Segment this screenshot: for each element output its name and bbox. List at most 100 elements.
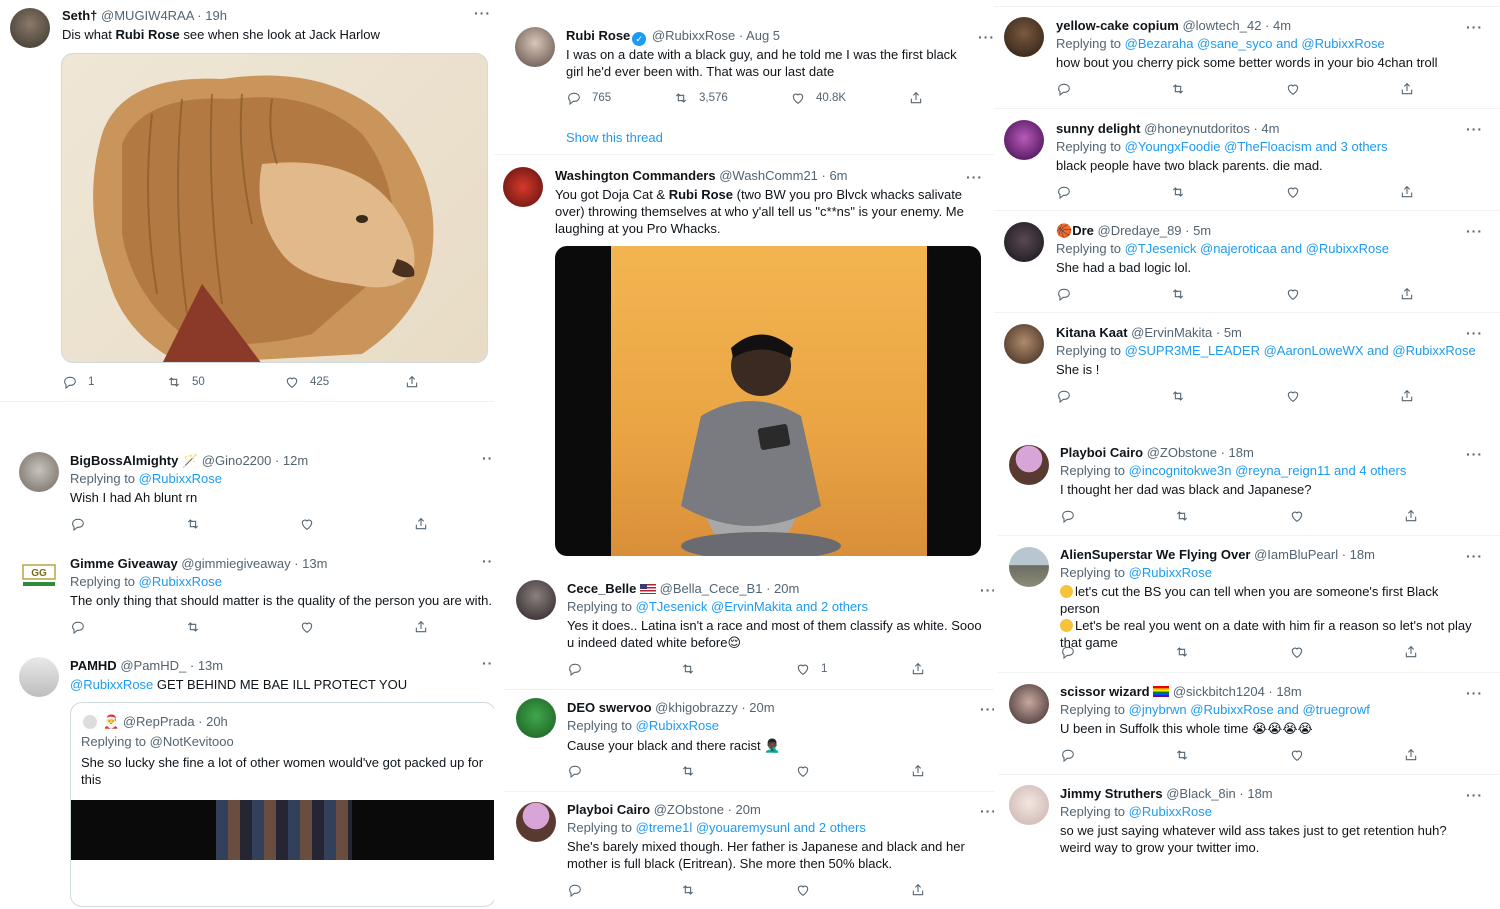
display-name[interactable]: scissor wizard [1060,684,1150,699]
retweet-button[interactable] [185,516,201,532]
reply-button[interactable] [567,661,583,677]
like-button[interactable]: 40.8K [790,90,846,106]
mention-link[interactable]: @TJesenick @najeroticaa and @RubixxRose [1125,241,1389,256]
tweet-video[interactable] [555,246,981,556]
avatar[interactable] [1004,222,1044,262]
handle-time[interactable]: @RepPrada · 20h [123,714,228,729]
share-button[interactable] [910,882,926,898]
reply-button[interactable]: 1 [62,374,94,390]
retweet-button[interactable] [1170,388,1186,404]
handle-time[interactable]: @honeynutdoritos · 4m [1144,121,1279,136]
tweet-gimme-giveaway[interactable]: GG Gimme Giveaway @gimmiegiveaway · 13m … [8,543,508,643]
retweet-button[interactable] [680,661,696,677]
more-icon[interactable]: ··· [1466,549,1483,563]
reply-button[interactable] [70,516,86,532]
avatar[interactable] [1009,684,1049,724]
tweet-yellow-cake-copium[interactable]: yellow-cake copium @lowtech_42 · 4m ··· … [994,7,1500,107]
share-button[interactable] [413,516,429,532]
reply-button[interactable] [1056,184,1072,200]
like-button[interactable]: 1 [795,661,827,677]
display-name[interactable]: Kitana Kaat [1056,325,1128,340]
mention-link[interactable]: @RubixxRose [1129,565,1212,580]
mention-link[interactable]: @RubixxRose [139,471,222,486]
tweet-cece-belle[interactable]: Cece_Belle @Bella_Cece_B1 · 20m ··· Repl… [504,570,996,688]
display-name[interactable]: Rubi Rose [566,28,630,43]
mention-link[interactable]: @RubixxRose [70,677,153,692]
more-icon[interactable]: ··· [1466,122,1483,136]
avatar[interactable] [1009,785,1049,825]
like-button[interactable] [1285,388,1301,404]
quote-tweet[interactable]: 🎅 @RepPrada · 20h Replying to @NotKevito… [70,702,496,907]
avatar[interactable] [516,580,556,620]
reply-button[interactable] [1060,747,1076,763]
share-button[interactable] [910,763,926,779]
more-icon[interactable]: ··· [978,30,995,44]
retweet-button[interactable] [1170,286,1186,302]
display-name[interactable]: Cece_Belle [567,581,636,596]
avatar[interactable] [1004,120,1044,160]
more-icon[interactable]: ··· [1466,788,1483,802]
retweet-button[interactable] [185,619,201,635]
share-button[interactable] [1399,388,1415,404]
reply-button[interactable] [567,763,583,779]
handle-time[interactable]: @Dredaye_89 · 5m [1098,223,1212,238]
retweet-button[interactable] [680,882,696,898]
more-icon[interactable]: ··· [1466,326,1483,340]
mention-link[interactable]: @incognitokwe3n @reyna_reign11 and 4 oth… [1129,463,1407,478]
tweet-aliensuperstar[interactable]: AlienSuperstar We Flying Over @IamBluPea… [998,536,1500,672]
display-name[interactable]: Seth† [62,8,97,23]
avatar[interactable] [19,657,59,697]
avatar[interactable] [10,8,50,48]
handle-time[interactable]: @sickbitch1204 · 18m [1173,684,1302,699]
tweet-scissor-wizard[interactable]: scissor wizard @sickbitch1204 · 18m ··· … [998,673,1500,773]
tweet-washington-commanders[interactable]: Washington Commanders @WashComm21 · 6m ·… [494,155,994,570]
display-name[interactable]: Jimmy Struthers [1060,786,1163,801]
avatar[interactable] [516,698,556,738]
tweet-deo-swervoo[interactable]: DEO swervoo @khigobrazzy · 20m ··· Reply… [504,690,996,790]
handle-time[interactable]: @PamHD_ · 13m [120,658,223,673]
share-button[interactable] [413,619,429,635]
like-button[interactable] [299,619,315,635]
reply-button[interactable] [70,619,86,635]
retweet-button[interactable]: 50 [166,374,205,390]
like-button[interactable] [795,763,811,779]
retweet-button[interactable]: 3,576 [673,90,728,106]
share-button[interactable] [1403,644,1419,660]
mention-link[interactable]: @RubixxRose [139,574,222,589]
more-icon[interactable]: ··· [1466,224,1483,238]
share-button[interactable] [1399,184,1415,200]
share-button[interactable] [1399,286,1415,302]
retweet-button[interactable] [1170,184,1186,200]
retweet-button[interactable] [1174,747,1190,763]
reply-button[interactable] [1056,388,1072,404]
like-button[interactable] [1289,508,1305,524]
retweet-button[interactable] [1174,508,1190,524]
like-button[interactable] [1285,286,1301,302]
handle-time[interactable]: @IamBluPearl · 18m [1254,547,1375,562]
reply-button[interactable] [1056,286,1072,302]
mention-link[interactable]: @treme1l @youaremysunl and 2 others [636,820,866,835]
handle-time[interactable]: @Bella_Cece_B1 · 20m [660,581,800,596]
display-name[interactable]: Playboi Cairo [1060,445,1143,460]
mention-link[interactable]: @RubixxRose [1129,804,1212,819]
like-button[interactable] [1285,184,1301,200]
retweet-button[interactable] [1170,81,1186,97]
tweet-kitana-kaat[interactable]: Kitana Kaat @ErvinMakita · 5m ··· Replyi… [994,313,1500,423]
like-button[interactable] [1289,644,1305,660]
more-icon[interactable]: ··· [1466,447,1483,461]
avatar[interactable] [1009,547,1049,587]
avatar[interactable] [515,27,555,67]
quote-media[interactable] [71,800,495,860]
display-name[interactable]: Playboi Cairo [567,802,650,817]
tweet-jimmy-struthers[interactable]: Jimmy Struthers @Black_8in · 18m ··· Rep… [998,775,1500,909]
display-name[interactable]: Dre [1072,223,1094,238]
tweet-seth[interactable]: Seth† @MUGIW4RAA · 19h ··· Dis what Rubi… [0,0,500,400]
share-button[interactable] [1403,508,1419,524]
more-icon[interactable]: ··· [966,170,983,184]
avatar[interactable] [1004,17,1044,57]
avatar[interactable] [1009,445,1049,485]
like-button[interactable] [299,516,315,532]
tweet-rubi-rose[interactable]: Rubi Rose ✓ @RubixxRose · Aug 5 ··· I was… [494,0,994,152]
display-name[interactable]: BigBossAlmighty [70,453,178,468]
handle-time[interactable]: @ZObstone · 20m [654,802,761,817]
